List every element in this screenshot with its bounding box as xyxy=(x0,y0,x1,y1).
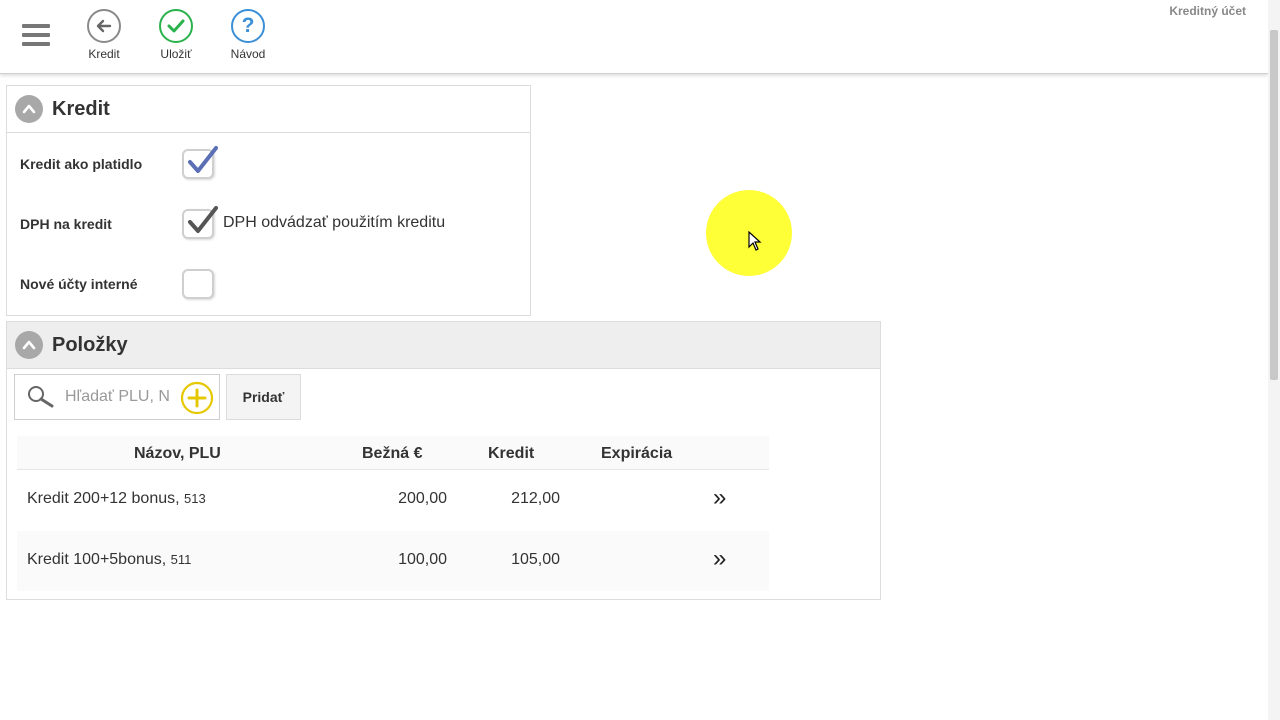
search-box xyxy=(14,374,220,420)
help-button[interactable]: ? Návod xyxy=(218,9,278,61)
help-glyph: ? xyxy=(241,14,255,37)
collapse-chevron-up-icon[interactable] xyxy=(15,95,43,123)
add-button[interactable]: Pridať xyxy=(226,374,301,420)
row-open-chevron-icon[interactable]: » xyxy=(713,484,726,512)
search-icon xyxy=(28,386,54,408)
scrollbar-track[interactable] xyxy=(1268,0,1280,720)
table-row[interactable]: Kredit 100+5bonus, 511 100,00 105,00 » xyxy=(17,531,769,591)
save-button-label: Uložiť xyxy=(160,47,192,61)
vat-on-credit-checkbox[interactable] xyxy=(182,206,218,239)
checkmark-icon xyxy=(159,9,193,43)
item-name: Kredit 100+5bonus, 511 xyxy=(27,551,192,568)
table-header: Názov, PLU Bežná € Kredit Expirácia xyxy=(17,436,769,470)
search-input[interactable] xyxy=(63,385,171,409)
back-button[interactable]: Kredit xyxy=(74,9,134,61)
items-panel: Položky Pridať Názov, PLU Bežná € Kredit… xyxy=(6,321,881,600)
save-button[interactable]: Uložiť xyxy=(146,9,206,61)
credit-panel-title: Kredit xyxy=(52,97,110,120)
item-plu: 513 xyxy=(184,491,206,506)
toolbar: Kredit Uložiť ? Návod Kreditný účet xyxy=(0,0,1268,74)
menu-icon[interactable] xyxy=(22,24,50,48)
scrollbar-thumb[interactable] xyxy=(1270,30,1278,380)
column-header-credit[interactable]: Kredit xyxy=(488,445,534,463)
credit-as-payment-checkbox[interactable] xyxy=(182,146,218,179)
help-icon: ? xyxy=(231,9,265,43)
back-button-label: Kredit xyxy=(88,47,120,61)
column-header-name[interactable]: Názov, PLU xyxy=(134,445,221,463)
credit-as-payment-label: Kredit ako platidlo xyxy=(20,156,143,172)
item-credit: 212,00 xyxy=(511,490,560,507)
checkmark-icon xyxy=(188,146,218,173)
app-title: Kreditný účet xyxy=(1169,4,1246,18)
table-row[interactable]: Kredit 200+12 bonus, 513 200,00 212,00 » xyxy=(17,470,769,530)
column-header-price[interactable]: Bežná € xyxy=(362,445,422,463)
item-plu: 511 xyxy=(170,552,192,567)
add-circle-icon[interactable] xyxy=(180,381,214,415)
new-accounts-internal-checkbox[interactable] xyxy=(182,269,214,299)
column-header-expiry[interactable]: Expirácia xyxy=(601,445,672,463)
item-credit: 105,00 xyxy=(511,551,560,568)
items-panel-header: Položky xyxy=(7,322,880,369)
credit-panel-header: Kredit xyxy=(7,86,530,133)
credit-panel: Kredit Kredit ako platidlo DPH na kredit… xyxy=(6,85,531,316)
mouse-cursor-icon xyxy=(748,231,762,251)
vat-on-credit-text: DPH odvádzať použitím kreditu xyxy=(223,214,446,231)
items-panel-title: Položky xyxy=(52,333,128,356)
item-name: Kredit 200+12 bonus, 513 xyxy=(27,490,206,507)
new-accounts-internal-label: Nové účty interné xyxy=(20,276,138,292)
checkmark-icon xyxy=(188,206,218,233)
help-button-label: Návod xyxy=(230,47,266,61)
back-arrow-icon xyxy=(87,9,121,43)
item-price: 100,00 xyxy=(398,551,447,568)
row-open-chevron-icon[interactable]: » xyxy=(713,545,726,573)
collapse-chevron-up-icon[interactable] xyxy=(15,331,43,359)
item-price: 200,00 xyxy=(398,490,447,507)
vat-on-credit-label: DPH na kredit xyxy=(20,216,112,232)
